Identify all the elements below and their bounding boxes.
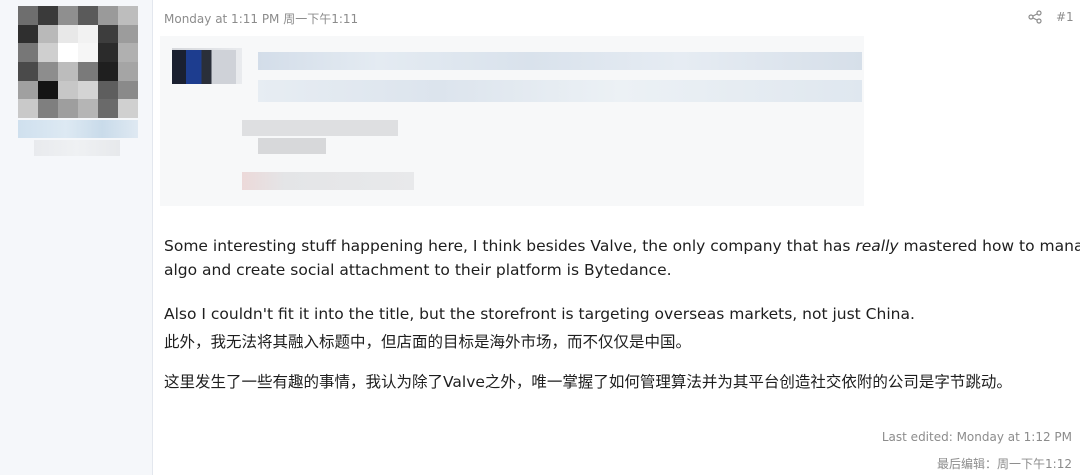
avatar[interactable] [18, 6, 138, 118]
embed-line2-blur [258, 138, 326, 154]
blurred-embed[interactable] [160, 36, 864, 206]
embed-title2-blur [258, 80, 862, 102]
forum-post: Monday at 1:11 PM 周一下午1:11 #1 Some inter… [0, 0, 1080, 475]
share-icon[interactable] [1028, 10, 1042, 24]
emphasis-text: really [855, 237, 899, 255]
post-number[interactable]: #1 [1056, 10, 1074, 24]
username-blurred[interactable] [18, 120, 138, 138]
user-info-column [0, 0, 153, 475]
embed-line1-blur [242, 120, 398, 136]
user-title-blurred [34, 140, 120, 156]
last-edited: Last edited: Monday at 1:12 PM [881, 430, 1072, 444]
message-line-cn: 此外，我无法将其融入标题中，但店面的目标是海外市场，而不仅仅是中国。 [164, 333, 692, 351]
message-line-cn: 这里发生了一些有趣的事情，我认为除了Valve之外，唯一掌握了如何管理算法并为其… [164, 373, 1012, 391]
post-date[interactable]: Monday at 1:11 PM 周一下午1:11 [164, 10, 358, 27]
message-line: algo and create social attachment to the… [164, 261, 672, 279]
message-line: Some interesting stuff happening here, I… [164, 237, 1080, 255]
embed-title-blur [258, 52, 862, 70]
embed-logo-blur [172, 50, 236, 84]
embed-line3-blur [242, 172, 414, 190]
last-edited-cn: 最后编辑：周一下午1:12 [937, 457, 1072, 471]
message-line: Also I couldn't fit it into the title, b… [164, 305, 915, 323]
